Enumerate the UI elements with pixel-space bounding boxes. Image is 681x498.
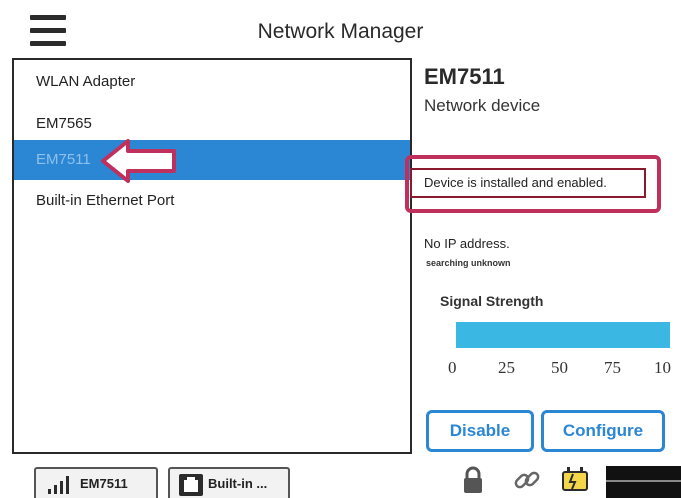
signal-strength-fill [456, 322, 670, 348]
lock-icon[interactable] [460, 465, 486, 495]
device-list-item-builtin-ethernet[interactable]: Built-in Ethernet Port [14, 181, 410, 221]
signal-tick: 10 [654, 358, 671, 377]
statusbar-tab-label: EM7511 [80, 476, 128, 491]
device-status: Device is installed and enabled. [410, 168, 646, 198]
page-title: Network Manager [257, 20, 424, 43]
configure-button[interactable]: Configure [541, 410, 665, 452]
signal-tick: 50 [551, 358, 568, 377]
signal-strength-bar [456, 322, 670, 348]
device-list-item-wlan-adapter[interactable]: WLAN Adapter [14, 62, 410, 102]
title-bar: Network Manager [0, 0, 681, 62]
device-list-item-em7511[interactable]: EM7511 [14, 140, 410, 180]
signal-strength-scale: 0 25 50 75 10 [442, 358, 678, 380]
pointer-arrow-icon [101, 139, 176, 183]
disable-button[interactable]: Disable [426, 410, 534, 452]
link-icon[interactable] [512, 465, 542, 495]
status-bar: EM7511 Built-in ... [0, 460, 681, 498]
signal-tick: 0 [448, 358, 457, 377]
search-status: searching unknown [426, 258, 511, 268]
power-plug-icon[interactable] [558, 465, 592, 495]
signal-tick: 75 [604, 358, 621, 377]
signal-strength-label: Signal Strength [440, 293, 544, 309]
statusbar-tab-label: Built-in ... [208, 476, 268, 491]
signal-tick: 25 [498, 358, 515, 377]
signal-bars-icon [48, 476, 69, 494]
statusbar-tab-em7511[interactable]: EM7511 [34, 467, 158, 498]
device-name: EM7511 [424, 64, 505, 89]
status-bar-block [606, 466, 681, 498]
statusbar-tab-builtin-ethernet[interactable]: Built-in ... [168, 467, 290, 498]
ethernet-port-icon [179, 474, 203, 496]
device-type: Network device [424, 96, 541, 115]
device-list: WLAN Adapter EM7565 EM7511 Built-in Ethe… [12, 58, 412, 454]
device-list-item-em7565[interactable]: EM7565 [14, 104, 410, 144]
ip-address-status: No IP address. [424, 236, 510, 251]
